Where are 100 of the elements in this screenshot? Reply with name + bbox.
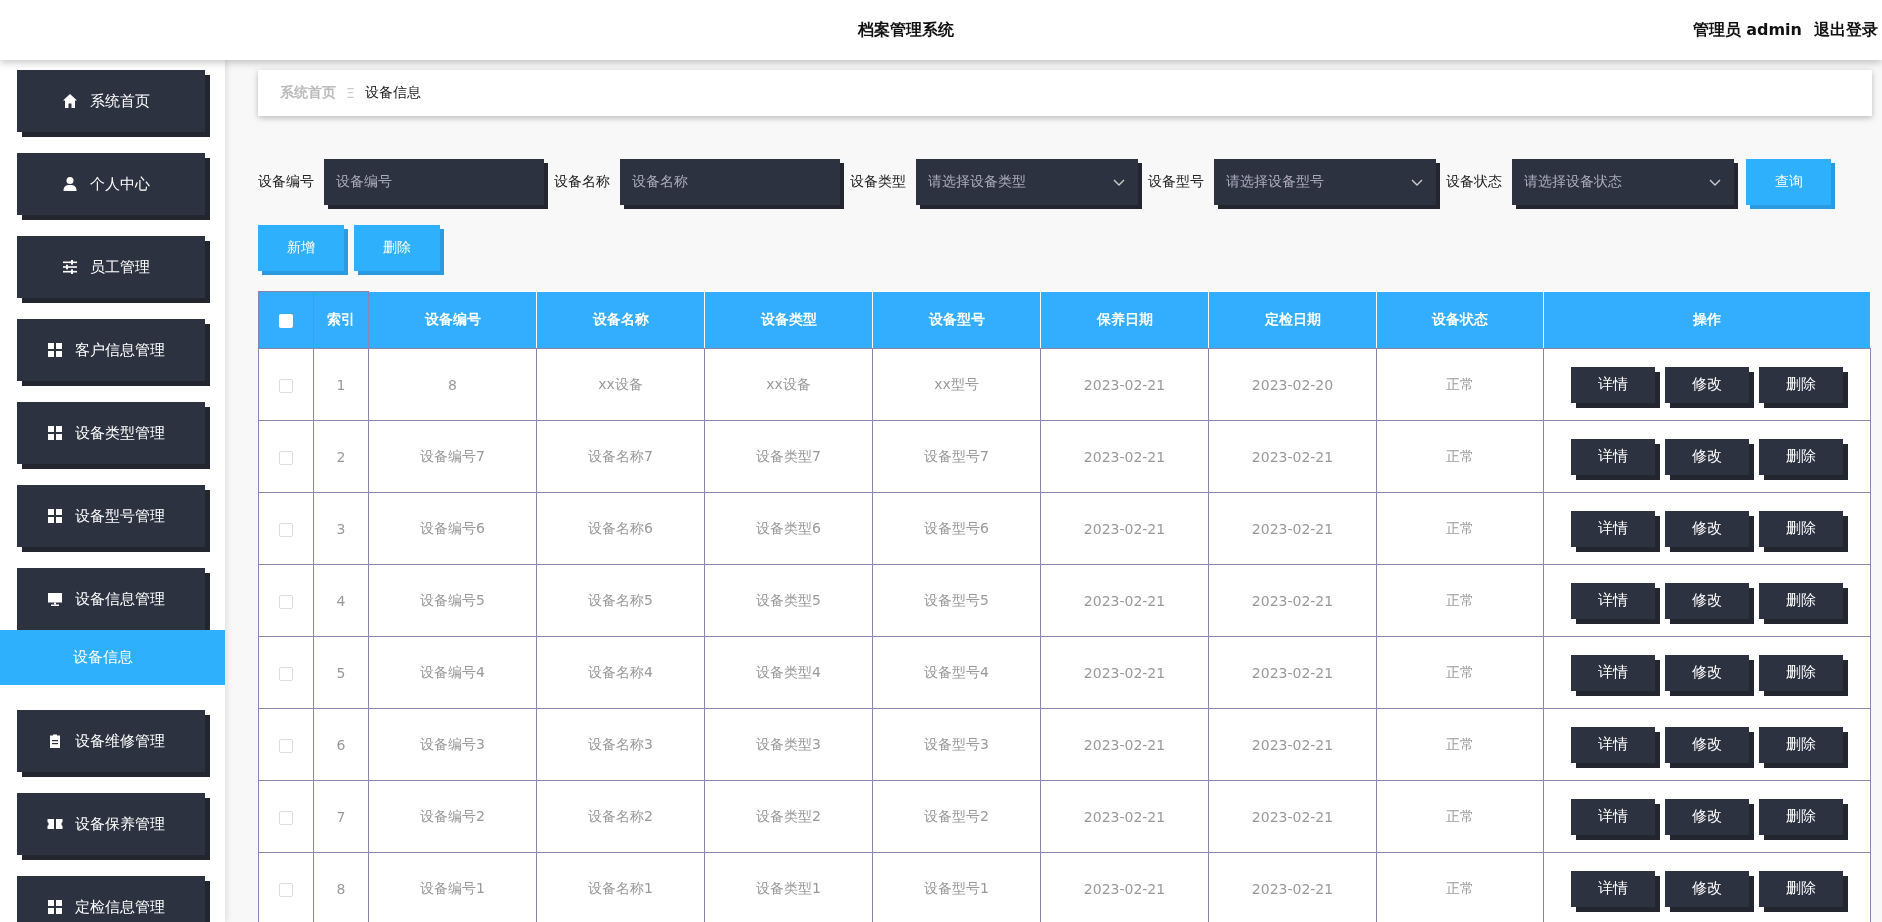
table-cell: 设备型号4 — [872, 636, 1041, 709]
row-checkbox[interactable] — [279, 810, 293, 825]
column-header: 设备类型 — [704, 291, 873, 349]
monitor-icon — [47, 591, 63, 607]
sliders-icon — [62, 259, 78, 275]
row-checkbox[interactable] — [279, 882, 293, 897]
table-cell: 正常 — [1376, 852, 1544, 922]
column-header: 设备名称 — [536, 291, 705, 349]
table-cell: 2023-02-21 — [1208, 420, 1377, 493]
row-checkbox[interactable] — [279, 378, 293, 393]
table-cell: 8 — [368, 348, 537, 421]
table-cell: 7 — [313, 780, 369, 853]
table-cell: 2023-02-21 — [1040, 636, 1209, 709]
table-cell: 设备编号3 — [368, 708, 537, 781]
table-cell: 设备编号5 — [368, 564, 537, 637]
column-header: 设备型号 — [872, 291, 1041, 349]
field-label: 设备类型 — [850, 173, 906, 191]
column-header: 定检日期 — [1208, 291, 1377, 349]
table-cell: 正常 — [1376, 564, 1544, 637]
table-cell: 设备类型3 — [704, 708, 873, 781]
row-checkbox[interactable] — [279, 594, 293, 609]
row-checkbox[interactable] — [279, 666, 293, 681]
grid-icon — [47, 508, 63, 524]
table-cell: 设备名称3 — [536, 708, 705, 781]
table-cell: 2 — [313, 420, 369, 493]
table-cell: 6 — [313, 708, 369, 781]
table-cell: 设备类型4 — [704, 636, 873, 709]
table-cell: 2023-02-21 — [1208, 780, 1377, 853]
logout-link[interactable]: 退出登录 — [1814, 19, 1878, 41]
table-cell: 设备型号1 — [872, 852, 1041, 922]
table-cell: 2023-02-20 — [1208, 348, 1377, 421]
table-cell: 设备型号6 — [872, 492, 1041, 565]
table-cell: 2023-02-21 — [1040, 492, 1209, 565]
table-cell: 4 — [313, 564, 369, 637]
table-cell: 8 — [313, 852, 369, 922]
row-checkbox[interactable] — [279, 522, 293, 537]
field-label: 设备名称 — [554, 173, 610, 191]
breadcrumb-current: 设备信息 — [364, 84, 421, 102]
table-cell: xx型号 — [872, 348, 1041, 421]
ticket-icon — [47, 816, 63, 832]
table-cell: 正常 — [1376, 780, 1544, 853]
table-cell: 2023-02-21 — [1040, 420, 1209, 493]
table-cell: 设备名称5 — [536, 564, 705, 637]
table-cell: 2023-02-21 — [1040, 708, 1209, 781]
table-cell: 2023-02-21 — [1040, 348, 1209, 421]
table-cell: 设备型号3 — [872, 708, 1041, 781]
table-cell: 设备名称2 — [536, 780, 705, 853]
table-cell: 设备名称6 — [536, 492, 705, 565]
field-label: 设备状态 — [1446, 173, 1502, 191]
select-all-checkbox[interactable] — [279, 314, 293, 328]
grid-icon — [47, 899, 63, 915]
table-cell: 设备编号6 — [368, 492, 537, 565]
table-cell: 正常 — [1376, 636, 1544, 709]
user-icon — [62, 176, 78, 192]
column-header: 设备状态 — [1376, 291, 1544, 349]
table-cell: 正常 — [1376, 492, 1544, 565]
table-cell: 2023-02-21 — [1208, 564, 1377, 637]
table-cell: xx设备 — [704, 348, 873, 421]
table-cell: 1 — [313, 348, 369, 421]
table-cell: 设备类型1 — [704, 852, 873, 922]
table-cell: 设备编号2 — [368, 780, 537, 853]
grid-icon — [47, 342, 63, 358]
table-cell: 设备名称7 — [536, 420, 705, 493]
table-cell: 2023-02-21 — [1040, 564, 1209, 637]
row-checkbox[interactable] — [279, 450, 293, 465]
home-icon — [62, 93, 78, 109]
table-cell: 设备名称1 — [536, 852, 705, 922]
table-cell: 2023-02-21 — [1208, 492, 1377, 565]
table-cell: 2023-02-21 — [1208, 636, 1377, 709]
column-header: 操作 — [1543, 291, 1871, 349]
table-cell: 5 — [313, 636, 369, 709]
clipboard-icon — [47, 733, 63, 749]
table-cell: 2023-02-21 — [1040, 852, 1209, 922]
table-cell: 正常 — [1376, 708, 1544, 781]
column-header: 保养日期 — [1040, 291, 1209, 349]
table-cell: xx设备 — [536, 348, 705, 421]
table-cell: 设备类型5 — [704, 564, 873, 637]
table-cell: 设备类型2 — [704, 780, 873, 853]
column-header: 索引 — [313, 291, 369, 349]
table-cell: 设备类型6 — [704, 492, 873, 565]
row-checkbox[interactable] — [279, 738, 293, 753]
column-header: 设备编号 — [368, 291, 537, 349]
table-cell: 正常 — [1376, 420, 1544, 493]
table-cell: 设备型号2 — [872, 780, 1041, 853]
table-cell: 设备型号5 — [872, 564, 1041, 637]
grid-icon — [47, 425, 63, 441]
table-cell: 设备型号7 — [872, 420, 1041, 493]
table-cell: 设备名称4 — [536, 636, 705, 709]
table-cell: 正常 — [1376, 348, 1544, 421]
field-label: 设备编号 — [258, 173, 314, 191]
table-cell: 2023-02-21 — [1208, 708, 1377, 781]
table-cell: 设备类型7 — [704, 420, 873, 493]
table-cell: 2023-02-21 — [1208, 852, 1377, 922]
table-cell: 设备编号7 — [368, 420, 537, 493]
table-cell: 设备编号1 — [368, 852, 537, 922]
table-cell: 设备编号4 — [368, 636, 537, 709]
user-label: 管理员 admin — [1692, 19, 1802, 41]
app-title: 档案管理系统 — [856, 19, 956, 41]
table-cell: 2023-02-21 — [1040, 780, 1209, 853]
table-cell: 3 — [313, 492, 369, 565]
